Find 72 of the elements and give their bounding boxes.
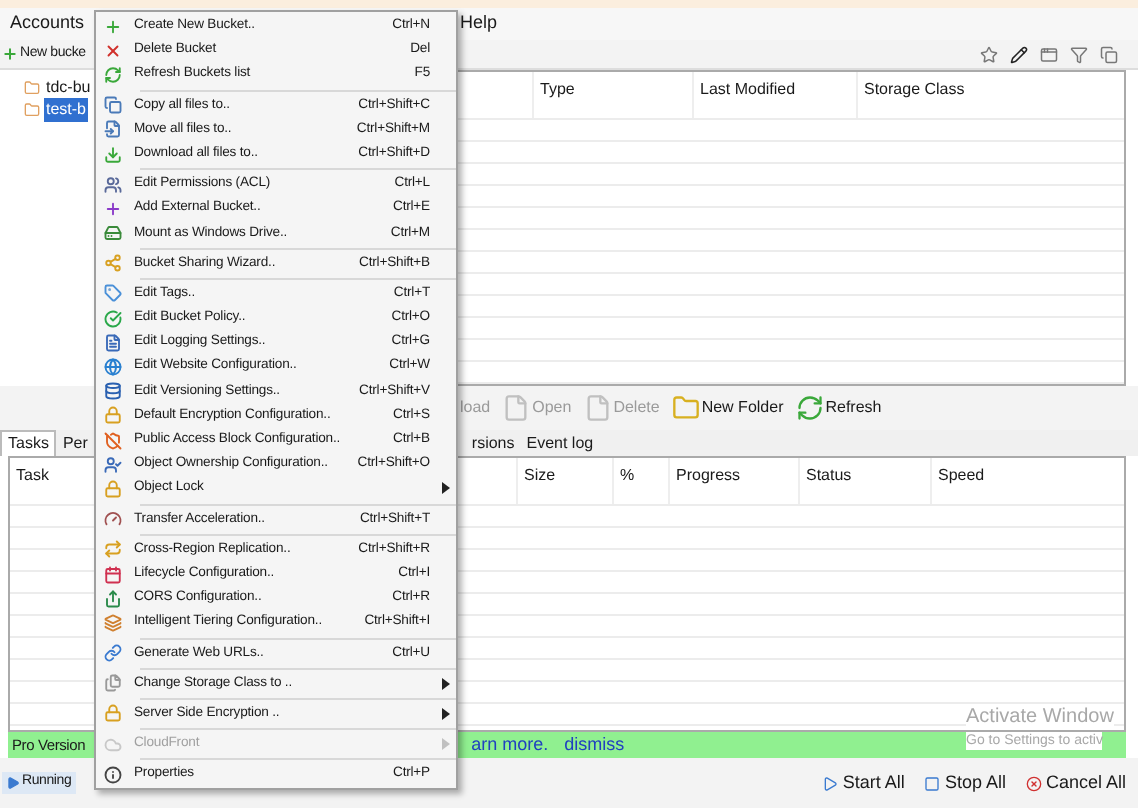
- tag-icon: [103, 284, 121, 303]
- bucket-icon: [24, 101, 40, 117]
- column-header[interactable]: Progress: [668, 458, 798, 504]
- play-icon: [822, 775, 839, 791]
- share-icon: [103, 254, 121, 273]
- folder-icon: [671, 394, 700, 422]
- dismiss-link[interactable]: dismiss: [564, 731, 625, 759]
- users-icon: [103, 175, 121, 194]
- globe-icon: [103, 358, 121, 377]
- submenu-arrow-icon: [442, 677, 450, 690]
- repeat-icon: [103, 540, 121, 559]
- check-icon: [103, 309, 121, 328]
- link-icon: [103, 644, 121, 663]
- menu-bar-item[interactable]: Help: [460, 10, 498, 38]
- status-button[interactable]: Stop All: [924, 769, 1006, 797]
- database-icon: [103, 382, 121, 401]
- tree-item[interactable]: test-b: [44, 97, 89, 121]
- star-icon[interactable]: [980, 45, 998, 63]
- info-icon: [103, 765, 121, 784]
- plus-icon: [103, 17, 121, 36]
- shield-icon: [103, 431, 121, 450]
- document-icon: [583, 394, 612, 422]
- submenu-arrow-icon: [442, 707, 450, 720]
- submenu-arrow-icon: [442, 738, 450, 751]
- cloud-icon: [103, 735, 121, 754]
- tab[interactable]: Tasks: [0, 430, 57, 456]
- filter-icon[interactable]: [1070, 45, 1088, 63]
- tab[interactable]: Event log: [520, 432, 600, 456]
- toolbar-button[interactable]: Refresh: [795, 394, 882, 422]
- download-icon: [103, 145, 121, 164]
- tree-item[interactable]: tdc-bu: [44, 75, 93, 99]
- play-icon: [6, 776, 20, 790]
- lock-icon: [103, 479, 121, 498]
- plus-icon: [2, 46, 18, 62]
- gauge-icon: [103, 510, 121, 529]
- pencil-icon[interactable]: [1010, 45, 1028, 63]
- copy-icon[interactable]: [1100, 45, 1118, 63]
- files-icon: [103, 674, 121, 693]
- cancel-icon: [1025, 775, 1042, 791]
- toolbar-button[interactable]: New Folder: [671, 394, 784, 422]
- tab[interactable]: Per: [56, 432, 94, 456]
- status-button[interactable]: Start All: [822, 769, 905, 797]
- column-header[interactable]: %: [612, 458, 668, 504]
- document-icon: [103, 333, 121, 352]
- copy-icon: [103, 96, 121, 115]
- submenu-arrow-icon: [442, 482, 450, 495]
- document-icon: [502, 394, 531, 422]
- activation-title: Activate Window: [966, 706, 1114, 730]
- refresh-icon: [103, 65, 121, 84]
- tab[interactable]: rsions: [465, 432, 521, 456]
- share-icon: [103, 589, 121, 608]
- column-header[interactable]: Speed: [930, 458, 990, 504]
- drive-icon: [103, 224, 121, 243]
- column-header[interactable]: Last Modified: [692, 72, 856, 118]
- calendar-icon: [103, 565, 121, 584]
- learn-more-link[interactable]: arn more.: [471, 731, 549, 759]
- layers-icon: [103, 613, 121, 632]
- lock-icon: [103, 406, 121, 425]
- stop-icon: [924, 775, 941, 791]
- lock-icon: [103, 704, 121, 723]
- column-header[interactable]: Status: [798, 458, 930, 504]
- file-arrow-icon: [103, 120, 121, 139]
- column-header[interactable]: Type: [532, 72, 692, 118]
- status-button[interactable]: Cancel All: [1025, 769, 1126, 797]
- close-icon: [103, 41, 121, 60]
- column-header[interactable]: Storage Class: [856, 72, 1020, 118]
- column-header[interactable]: Size: [516, 458, 612, 504]
- plus-icon: [103, 199, 121, 218]
- refresh-icon: [795, 394, 824, 422]
- bucket-icon: [24, 79, 40, 95]
- user-icon: [103, 455, 121, 474]
- window-icon[interactable]: [1040, 45, 1058, 63]
